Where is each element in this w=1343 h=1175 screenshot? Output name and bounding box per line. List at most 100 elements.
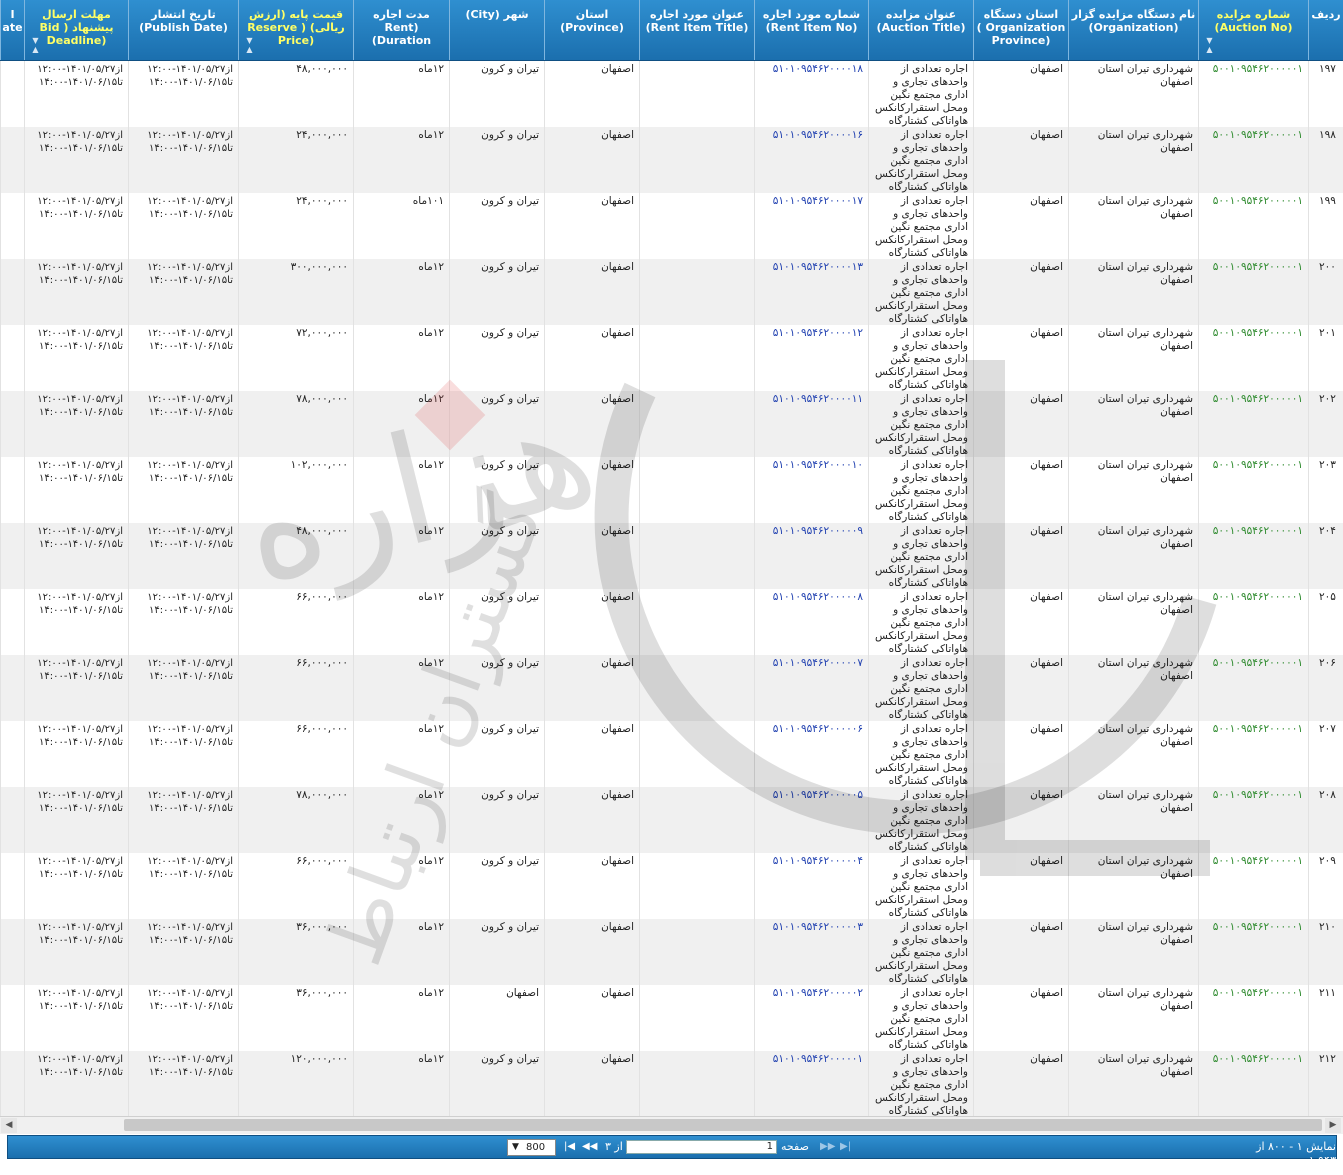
cell-province: اصفهان — [544, 985, 639, 1051]
cell-rent-item-no[interactable]: ۵۱۰۱۰۹۵۴۶۲۰۰۰۰۰۷ — [754, 655, 868, 721]
cell-rownum: ۱۹۸ — [1308, 127, 1343, 193]
cell-rent-item-no[interactable]: ۵۱۰۱۰۹۵۴۶۲۰۰۰۰۰۹ — [754, 523, 868, 589]
last-page-icon[interactable]: |◀ — [564, 1141, 575, 1152]
column-header-publish-date[interactable]: تاریخ انتشار (Publish Date) — [128, 0, 238, 60]
cell-auction-no[interactable]: ۵۰۰۱۰۹۵۴۶۲۰۰۰۰۰۱ — [1198, 919, 1308, 985]
date-line: تا۱۴۰۱/۰۶/۱۵-۱۴:۰۰ — [38, 473, 123, 484]
column-header-auction-no[interactable]: شماره مزایده (Auction No) ▲▼ — [1198, 0, 1308, 60]
table-row[interactable]: از۱۴۰۱/۰۵/۲۷-۱۲:۰۰ تا۱۴۰۱/۰۶/۱۵-۱۴:۰۰ از۱۴… — [0, 919, 1343, 986]
cell-rent-item-no[interactable]: ۵۱۰۱۰۹۵۴۶۲۰۰۰۰۱۲ — [754, 325, 868, 391]
table-row[interactable]: از۱۴۰۱/۰۵/۲۷-۱۲:۰۰ تا۱۴۰۱/۰۶/۱۵-۱۴:۰۰ از۱۴… — [0, 589, 1343, 656]
cell-rent-item-no[interactable]: ۵۱۰۱۰۹۵۴۶۲۰۰۰۰۱۰ — [754, 457, 868, 523]
cell-province: اصفهان — [544, 127, 639, 193]
column-header-rent-item-no[interactable]: شماره مورد اجاره (Rent Item No) — [754, 0, 868, 60]
cell-auction-no[interactable]: ۵۰۰۱۰۹۵۴۶۲۰۰۰۰۰۱ — [1198, 985, 1308, 1051]
first-page-icon[interactable]: ▶| — [840, 1141, 851, 1152]
column-header-city[interactable]: شهر (City) — [449, 0, 544, 60]
table-row[interactable]: از۱۴۰۱/۰۵/۲۷-۱۲:۰۰ تا۱۴۰۱/۰۶/۱۵-۱۴:۰۰ از۱۴… — [0, 853, 1343, 920]
table-row[interactable]: از۱۴۰۱/۰۵/۲۷-۱۲:۰۰ تا۱۴۰۱/۰۶/۱۵-۱۴:۰۰ از۱۴… — [0, 391, 1343, 458]
table-row[interactable]: از۱۴۰۱/۰۵/۲۷-۱۲:۰۰ تا۱۴۰۱/۰۶/۱۵-۱۴:۰۰ از۱۴… — [0, 787, 1343, 854]
cell-auction-no[interactable]: ۵۰۰۱۰۹۵۴۶۲۰۰۰۰۰۱ — [1198, 127, 1308, 193]
sort-icon[interactable]: ▲▼ — [245, 36, 254, 54]
cell-auction-no[interactable]: ۵۰۰۱۰۹۵۴۶۲۰۰۰۰۰۱ — [1198, 589, 1308, 655]
cell-rent-item-no[interactable]: ۵۱۰۱۰۹۵۴۶۲۰۰۰۰۰۵ — [754, 787, 868, 853]
cell-rent-item-no[interactable]: ۵۱۰۱۰۹۵۴۶۲۰۰۰۰۱۶ — [754, 127, 868, 193]
cell-auction-no[interactable]: ۵۰۰۱۰۹۵۴۶۲۰۰۰۰۰۱ — [1198, 259, 1308, 325]
scroll-left-icon[interactable]: ◀ — [1, 1118, 17, 1133]
cell-price: ۱۰۲,۰۰۰,۰۰۰ — [238, 457, 353, 523]
prev-page-icon[interactable]: ▶▶ — [820, 1141, 835, 1152]
page-number-input[interactable]: 1 — [626, 1140, 777, 1154]
scrollbar-thumb[interactable] — [124, 1119, 1322, 1131]
cell-rownum: ۲۱۲ — [1308, 1051, 1343, 1116]
cell-publish-date: از۱۴۰۱/۰۵/۲۷-۱۲:۰۰ تا۱۴۰۱/۰۶/۱۵-۱۴:۰۰ — [128, 193, 238, 259]
cell-rent-item-no[interactable]: ۵۱۰۱۰۹۵۴۶۲۰۰۰۰۱۷ — [754, 193, 868, 259]
table-row[interactable]: از۱۴۰۱/۰۵/۲۷-۱۲:۰۰ تا۱۴۰۱/۰۶/۱۵-۱۴:۰۰ از۱۴… — [0, 721, 1343, 788]
cell-publish-date: از۱۴۰۱/۰۵/۲۷-۱۲:۰۰ تا۱۴۰۱/۰۶/۱۵-۱۴:۰۰ — [128, 985, 238, 1051]
cell-rent-item-no[interactable]: ۵۱۰۱۰۹۵۴۶۲۰۰۰۰۰۳ — [754, 919, 868, 985]
table-row[interactable]: از۱۴۰۱/۰۵/۲۷-۱۲:۰۰ تا۱۴۰۱/۰۶/۱۵-۱۴:۰۰ از۱۴… — [0, 1051, 1343, 1116]
table-row[interactable]: از۱۴۰۱/۰۵/۲۷-۱۲:۰۰ تا۱۴۰۱/۰۶/۱۵-۱۴:۰۰ از۱۴… — [0, 61, 1343, 128]
cell-rownum: ۲۰۲ — [1308, 391, 1343, 457]
table-row[interactable]: از۱۴۰۱/۰۵/۲۷-۱۲:۰۰ تا۱۴۰۱/۰۶/۱۵-۱۴:۰۰ از۱۴… — [0, 523, 1343, 590]
cell-organization: شهرداری تیران استان اصفهان — [1068, 985, 1198, 1051]
column-header-rent-duration[interactable]: مدت اجاره (Rent Duration) — [353, 0, 449, 60]
cell-rownum: ۲۰۴ — [1308, 523, 1343, 589]
column-header-organization[interactable]: نام دستگاه مزایده گزار (Organization) — [1068, 0, 1198, 60]
column-header-org-province[interactable]: استان دستگاه Organization ) (Province — [973, 0, 1068, 60]
page-size-select[interactable]: ▼ 800 — [507, 1139, 556, 1156]
cell-price: ۲۴,۰۰۰,۰۰۰ — [238, 127, 353, 193]
cell-rent-item-no[interactable]: ۵۱۰۱۰۹۵۴۶۲۰۰۰۰۰۴ — [754, 853, 868, 919]
scroll-right-icon[interactable]: ▶ — [1325, 1118, 1341, 1133]
column-header-auction-title[interactable]: عنوان مزایده (Auction Title) — [868, 0, 973, 60]
cell-auction-no[interactable]: ۵۰۰۱۰۹۵۴۶۲۰۰۰۰۰۱ — [1198, 655, 1308, 721]
cell-publish-date: از۱۴۰۱/۰۵/۲۷-۱۲:۰۰ تا۱۴۰۱/۰۶/۱۵-۱۴:۰۰ — [128, 523, 238, 589]
table-row[interactable]: از۱۴۰۱/۰۵/۲۷-۱۲:۰۰ تا۱۴۰۱/۰۶/۱۵-۱۴:۰۰ از۱۴… — [0, 193, 1343, 260]
horizontal-scrollbar[interactable]: ◀ ▶ — [0, 1116, 1343, 1134]
cell-org-province: اصفهان — [973, 985, 1068, 1051]
table-row[interactable]: از۱۴۰۱/۰۵/۲۷-۱۲:۰۰ تا۱۴۰۱/۰۶/۱۵-۱۴:۰۰ از۱۴… — [0, 655, 1343, 722]
column-header-cut-edge[interactable]: Iate — [0, 0, 24, 60]
cell-auction-no[interactable]: ۵۰۰۱۰۹۵۴۶۲۰۰۰۰۰۱ — [1198, 787, 1308, 853]
cell-publish-date: از۱۴۰۱/۰۵/۲۷-۱۲:۰۰ تا۱۴۰۱/۰۶/۱۵-۱۴:۰۰ — [128, 787, 238, 853]
cell-auction-no[interactable]: ۵۰۰۱۰۹۵۴۶۲۰۰۰۰۰۱ — [1198, 721, 1308, 787]
cell-rent-item-no[interactable]: ۵۱۰۱۰۹۵۴۶۲۰۰۰۰۱۳ — [754, 259, 868, 325]
table-row[interactable]: از۱۴۰۱/۰۵/۲۷-۱۲:۰۰ تا۱۴۰۱/۰۶/۱۵-۱۴:۰۰ از۱۴… — [0, 985, 1343, 1052]
cell-auction-no[interactable]: ۵۰۰۱۰۹۵۴۶۲۰۰۰۰۰۱ — [1198, 853, 1308, 919]
cell-rent-item-no[interactable]: ۵۱۰۱۰۹۵۴۶۲۰۰۰۰۰۶ — [754, 721, 868, 787]
cell-province: اصفهان — [544, 259, 639, 325]
date-line: از۱۴۰۱/۰۵/۲۷-۱۲:۰۰ — [37, 592, 123, 603]
cell-rent-item-title — [639, 61, 754, 127]
cell-rent-item-no[interactable]: ۵۱۰۱۰۹۵۴۶۲۰۰۰۰۰۲ — [754, 985, 868, 1051]
cell-rownum: ۲۱۱ — [1308, 985, 1343, 1051]
cell-auction-no[interactable]: ۵۰۰۱۰۹۵۴۶۲۰۰۰۰۰۱ — [1198, 457, 1308, 523]
cell-auction-no[interactable]: ۵۰۰۱۰۹۵۴۶۲۰۰۰۰۰۱ — [1198, 325, 1308, 391]
column-header-rownum[interactable]: ردیف — [1308, 0, 1343, 60]
cell-rent-item-no[interactable]: ۵۱۰۱۰۹۵۴۶۲۰۰۰۰۱۸ — [754, 61, 868, 127]
column-header-price[interactable]: قیمت پایه (ارزش ریالی) ( Reserve (Price ▲▼ — [238, 0, 353, 60]
next-page-icon[interactable]: ◀◀ — [582, 1141, 597, 1152]
table-row[interactable]: از۱۴۰۱/۰۵/۲۷-۱۲:۰۰ تا۱۴۰۱/۰۶/۱۵-۱۴:۰۰ از۱۴… — [0, 127, 1343, 194]
cell-rownum: ۲۰۵ — [1308, 589, 1343, 655]
cell-auction-no[interactable]: ۵۰۰۱۰۹۵۴۶۲۰۰۰۰۰۱ — [1198, 391, 1308, 457]
column-header-rent-item-title[interactable]: عنوان مورد اجاره (Rent Item Title) — [639, 0, 754, 60]
cell-rent-item-no[interactable]: ۵۱۰۱۰۹۵۴۶۲۰۰۰۰۰۸ — [754, 589, 868, 655]
column-header-province[interactable]: استان (Province) — [544, 0, 639, 60]
sort-icon[interactable]: ▲▼ — [1205, 36, 1214, 54]
date-line: از۱۴۰۱/۰۵/۲۷-۱۲:۰۰ — [147, 328, 233, 339]
cell-price: ۲۴,۰۰۰,۰۰۰ — [238, 193, 353, 259]
cell-auction-no[interactable]: ۵۰۰۱۰۹۵۴۶۲۰۰۰۰۰۱ — [1198, 523, 1308, 589]
table-row[interactable]: از۱۴۰۱/۰۵/۲۷-۱۲:۰۰ تا۱۴۰۱/۰۶/۱۵-۱۴:۰۰ از۱۴… — [0, 325, 1343, 392]
cell-auction-no[interactable]: ۵۰۰۱۰۹۵۴۶۲۰۰۰۰۰۱ — [1198, 1051, 1308, 1116]
table-row[interactable]: از۱۴۰۱/۰۵/۲۷-۱۲:۰۰ تا۱۴۰۱/۰۶/۱۵-۱۴:۰۰ از۱۴… — [0, 457, 1343, 524]
cell-rent-item-no[interactable]: ۵۱۰۱۰۹۵۴۶۲۰۰۰۰۰۱ — [754, 1051, 868, 1116]
sort-icon[interactable]: ▲▼ — [31, 36, 40, 54]
cell-auction-no[interactable]: ۵۰۰۱۰۹۵۴۶۲۰۰۰۰۰۱ — [1198, 61, 1308, 127]
cell-auction-no[interactable]: ۵۰۰۱۰۹۵۴۶۲۰۰۰۰۰۱ — [1198, 193, 1308, 259]
cell-rent-item-no[interactable]: ۵۱۰۱۰۹۵۴۶۲۰۰۰۰۱۱ — [754, 391, 868, 457]
cell-rent-item-title — [639, 919, 754, 985]
column-header-deadline[interactable]: مهلت ارسال پیشنهاد ( Bid (Deadline ▲▼ — [24, 0, 128, 60]
column-header-text: قیمت پایه (ارزش — [248, 8, 344, 21]
table-row[interactable]: از۱۴۰۱/۰۵/۲۷-۱۲:۰۰ تا۱۴۰۱/۰۶/۱۵-۱۴:۰۰ از۱۴… — [0, 259, 1343, 326]
column-header-text: پیشنهاد ( Bid — [39, 21, 114, 34]
